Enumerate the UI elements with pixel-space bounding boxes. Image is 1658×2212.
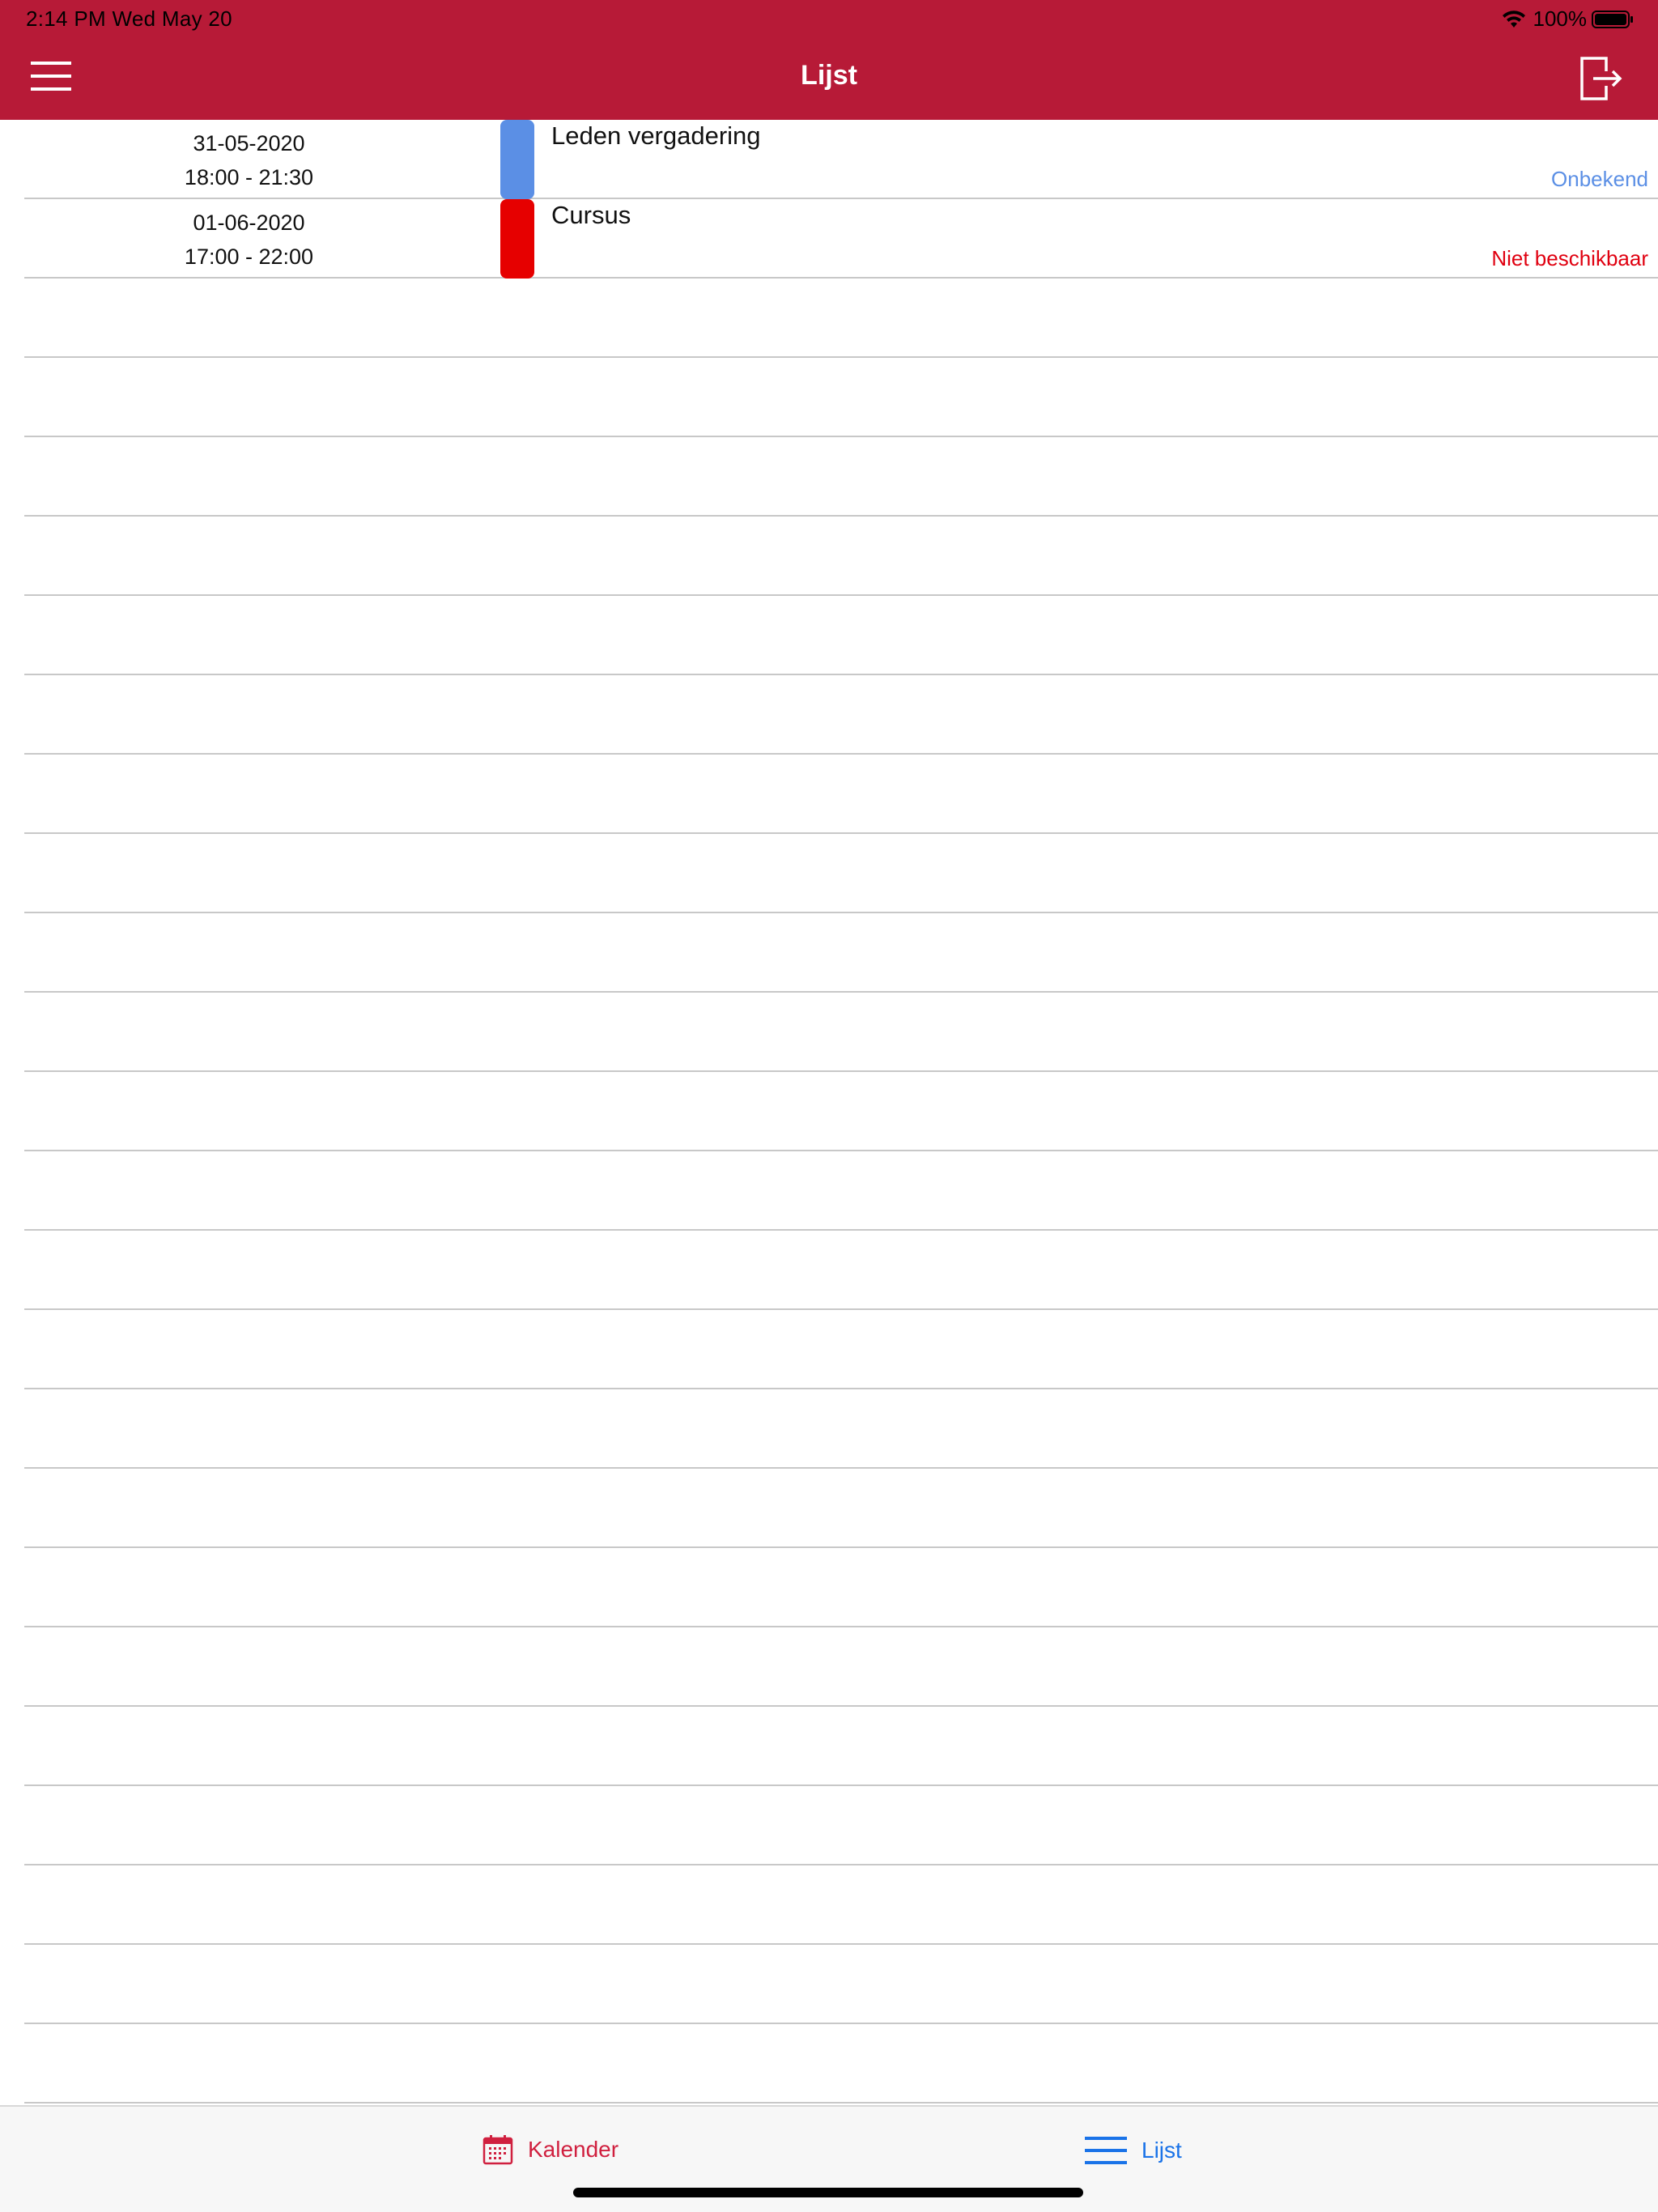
tab-lijst[interactable]: Lijst (1085, 2134, 1182, 2167)
empty-row (24, 1865, 1658, 1945)
empty-row (24, 1469, 1658, 1548)
empty-row (24, 1310, 1658, 1389)
tab-kalender[interactable]: Kalender (483, 2134, 619, 2165)
event-color-marker (500, 199, 534, 279)
app-header: 2:14 PM Wed May 20 100% Lijst (0, 0, 1658, 120)
empty-row (24, 1627, 1658, 1707)
event-datetime: 31-05-2020 18:00 - 21:30 (24, 126, 474, 194)
empty-row (24, 1072, 1658, 1151)
empty-row (24, 596, 1658, 675)
event-status: Onbekend (1551, 167, 1648, 191)
empty-row (24, 675, 1658, 755)
empty-row (24, 1707, 1658, 1786)
list-item[interactable]: 31-05-2020 18:00 - 21:30 Leden vergaderi… (24, 120, 1658, 199)
logout-exit-icon (1580, 57, 1622, 100)
page-title: Lijst (801, 60, 857, 91)
empty-row (24, 279, 1658, 358)
empty-row (24, 1548, 1658, 1627)
calendar-icon (483, 2135, 513, 2165)
status-indicators: 100% (1501, 6, 1635, 32)
empty-row (24, 437, 1658, 517)
logout-button[interactable] (1579, 55, 1624, 104)
list-icon (1085, 2137, 1127, 2164)
event-color-marker (500, 120, 534, 199)
event-datetime: 01-06-2020 17:00 - 22:00 (24, 206, 474, 274)
event-list: 31-05-2020 18:00 - 21:30 Leden vergaderi… (24, 120, 1658, 2105)
battery-icon (1592, 10, 1633, 28)
event-date: 01-06-2020 (193, 211, 305, 235)
empty-row (24, 1786, 1658, 1865)
empty-row (24, 1231, 1658, 1310)
event-time: 18:00 - 21:30 (184, 165, 314, 189)
empty-row (24, 834, 1658, 913)
empty-row (24, 1151, 1658, 1231)
home-indicator[interactable] (573, 2188, 1083, 2197)
tab-kalender-label: Kalender (528, 2137, 619, 2162)
empty-row (24, 517, 1658, 596)
event-date: 31-05-2020 (193, 131, 305, 155)
empty-row (24, 2024, 1658, 2104)
event-title: Leden vergadering (551, 121, 761, 150)
empty-row (24, 1945, 1658, 2024)
list-item[interactable]: 01-06-2020 17:00 - 22:00 Cursus Niet bes… (24, 199, 1658, 279)
empty-row (24, 755, 1658, 834)
empty-row (24, 1389, 1658, 1469)
status-time: 2:14 PM Wed May 20 (26, 6, 232, 31)
event-time: 17:00 - 22:00 (184, 245, 314, 269)
event-title: Cursus (551, 201, 631, 229)
tab-lijst-label: Lijst (1141, 2138, 1182, 2163)
empty-row (24, 913, 1658, 993)
wifi-icon (1502, 10, 1525, 28)
event-status: Niet beschikbaar (1491, 246, 1648, 270)
empty-row (24, 993, 1658, 1072)
app-root: 2:14 PM Wed May 20 100% Lijst 31-05-2020… (0, 0, 1658, 2212)
battery-percentage: 100% (1533, 6, 1588, 31)
empty-row (24, 358, 1658, 437)
